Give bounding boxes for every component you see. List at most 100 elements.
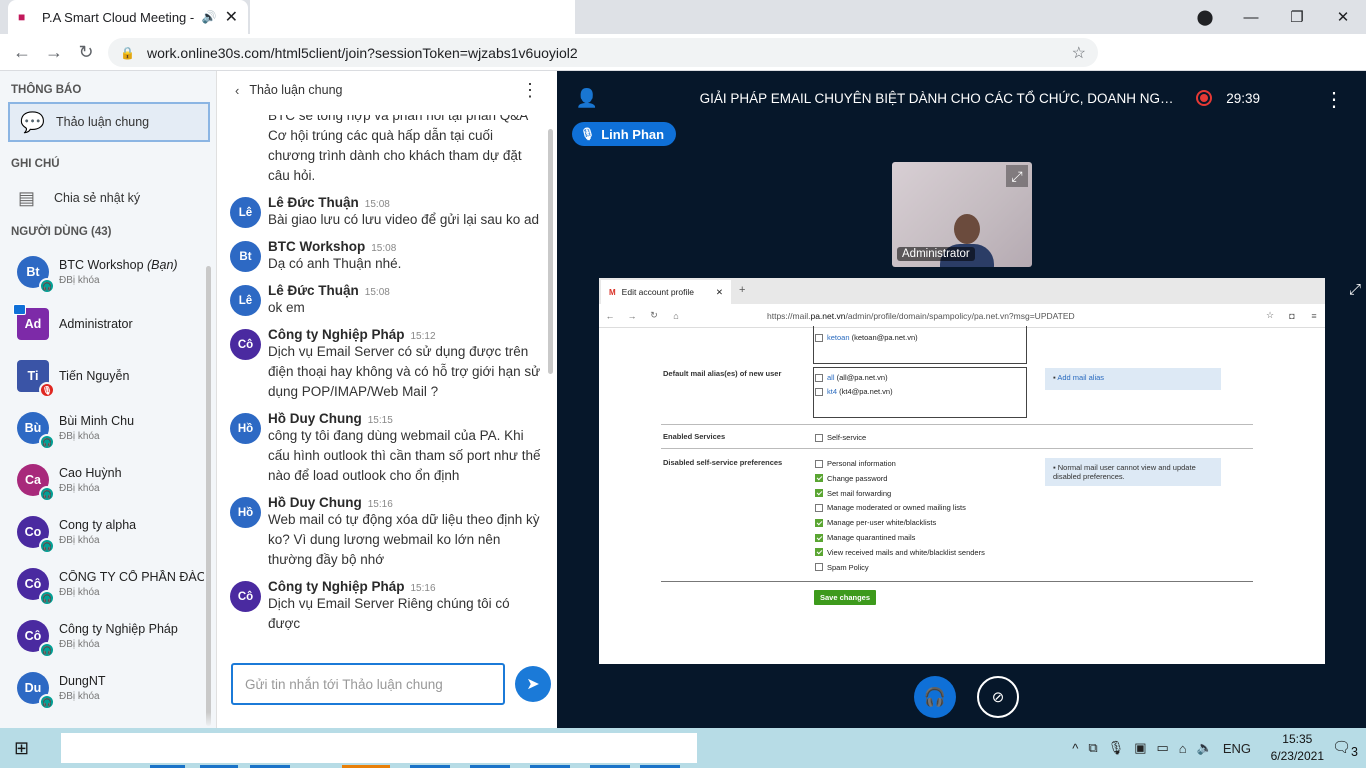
send-button[interactable]: ➤: [515, 666, 551, 702]
tray-mic-icon[interactable]: 🎙: [1108, 740, 1125, 756]
webcam-video[interactable]: ⤢ Administrator: [892, 162, 1032, 267]
more-options-icon[interactable]: ⋮: [1324, 87, 1344, 112]
headset-icon: 🎧: [39, 642, 55, 658]
message: Hồ Hồ Duy Chung 15:15 công ty tôi đang dùng…: [217, 411, 547, 486]
user-status: ĐBị khóa: [59, 483, 100, 494]
user-icon[interactable]: 👤: [557, 88, 617, 109]
tray-volume-icon[interactable]: 🔈: [1197, 740, 1213, 756]
presentation-stage: 👤 GIẢI PHÁP EMAIL CHUYÊN BIỆT DÀNH CHO C…: [557, 71, 1366, 728]
browser-tab[interactable]: ■ P.A Smart Cloud Meeting - G 🔊 ✕: [8, 0, 248, 34]
avatar: Bù 🎧: [17, 412, 55, 450]
screenshare-fullscreen-icon[interactable]: ⤢: [1349, 281, 1361, 298]
recording-icon[interactable]: [1196, 90, 1213, 106]
notes-icon: ▤: [18, 187, 36, 208]
lock-icon[interactable]: 🔒: [120, 46, 135, 60]
message: Cô Công ty Nghiệp Pháp 15:16 Dịch vụ Email …: [217, 579, 547, 634]
user-item[interactable]: Cô🎧 CÔNG TY CỔ PHẦN ĐÀO T… ĐBị khóa: [0, 558, 216, 610]
user-name: Administrator: [59, 317, 133, 331]
avatar: Cô 🎧: [17, 568, 55, 606]
enabled-services-label: Enabled Services: [663, 432, 726, 441]
alias-text: (kt4@pa.net.vn): [839, 387, 893, 396]
message-header: Hồ Duy Chung 15:16: [268, 495, 541, 510]
shared-url-domain: pa.net.vn: [810, 310, 846, 321]
taskbar-search[interactable]: [61, 733, 697, 763]
checkbox: [815, 333, 823, 342]
message-text: Bài giao lưu có lưu video để gửi lại sau…: [268, 212, 540, 227]
user-status: ĐBị khóa: [59, 691, 100, 702]
self-service-label: Self-service: [827, 433, 867, 442]
maximize-icon[interactable]: ❐: [1274, 8, 1320, 26]
avatar-initials: Du: [24, 681, 42, 695]
chat-message-input[interactable]: Gửi tin nhắn tới Thảo luận chung: [231, 663, 505, 705]
user-item[interactable]: Bù 🎧 Bùi Minh Chu ĐBị khóa: [0, 402, 216, 454]
user-item[interactable]: Co 🎧 Cong ty alpha ĐBị khóa: [0, 506, 216, 558]
user-name: Cao Huỳnh: [59, 466, 122, 480]
chat-options-icon[interactable]: ⋮: [521, 80, 539, 101]
address-bar[interactable]: 🔒 work.online30s.com/html5client/join?se…: [108, 38, 1098, 67]
windows-start-icon[interactable]: ⊞: [14, 738, 29, 759]
forward-icon[interactable]: →: [38, 42, 70, 63]
recording-timer: 29:39: [1226, 90, 1260, 106]
user-item[interactable]: Ca 🎧 Cao Huỳnh ĐBị khóa: [0, 454, 216, 506]
shared-notes-item[interactable]: ▤ Chia sẻ nhật ký: [0, 176, 216, 220]
reload-icon[interactable]: ↻: [70, 42, 102, 63]
audio-button[interactable]: 🎧: [914, 676, 956, 718]
chat-title[interactable]: Thảo luận chung: [249, 83, 521, 97]
shared-back-icon: ←: [605, 310, 615, 321]
checkbox: [815, 563, 823, 572]
chat-icon: 💬: [20, 111, 45, 134]
user-item[interactable]: Cô 🎧 Công ty Nghiệp Pháp ĐBị khóa: [0, 610, 216, 662]
chevron-left-icon[interactable]: ‹: [235, 83, 239, 98]
headset-icon: 🎧: [39, 694, 55, 710]
user-item[interactable]: Ti 🎙 Tiến Nguyễn: [0, 350, 216, 402]
shared-forward-icon: →: [627, 310, 637, 321]
taskbar-clock[interactable]: 15:35 6/23/2021: [1271, 731, 1324, 765]
headset-icon: 🎧: [39, 434, 55, 450]
checkbox: [815, 433, 823, 442]
tray-battery-icon[interactable]: ▭: [1156, 740, 1168, 756]
headset-icon: 🎧: [39, 278, 55, 294]
tab-audio-icon[interactable]: 🔊: [202, 10, 217, 24]
pref-label: Personal information: [827, 459, 896, 468]
disabled-prefs-label: Disabled self-service preferences: [663, 458, 783, 467]
headset-icon: 🎧: [39, 590, 55, 606]
user-item[interactable]: Ad Administrator: [0, 298, 216, 350]
back-icon[interactable]: ←: [6, 42, 38, 63]
user-status: ĐBị khóa: [59, 275, 100, 286]
shared-url-suffix: /admin/profile/domain/spampolicy/pa.net.…: [845, 310, 1075, 321]
pref-label: Manage quarantined mails: [827, 533, 916, 542]
avatar: Ca 🎧: [17, 464, 55, 502]
close-window-icon[interactable]: ✕: [1320, 8, 1366, 26]
message-text: Cơ hội trúng các quà hấp dẫn tại cuối ch…: [268, 128, 522, 183]
chat-scrollbar[interactable]: [548, 129, 553, 374]
browser-tab-bar: ■ P.A Smart Cloud Meeting - G 🔊 ✕ ⬤ — ❐ …: [0, 0, 1366, 34]
message-text: công ty tôi đang dùng webmail của PA. Kh…: [268, 428, 541, 483]
message-time: 15:08: [364, 287, 390, 298]
divider: [661, 448, 1253, 449]
user-item[interactable]: Bt 🎧 BTC Workshop (Bạn) ĐBị khóa: [0, 246, 216, 298]
notification-center-icon[interactable]: 🗨3: [1332, 738, 1358, 759]
user-list-scrollbar[interactable]: [206, 266, 211, 726]
profile-dropdown-icon[interactable]: ⬤: [1182, 8, 1228, 26]
minimize-icon[interactable]: —: [1228, 9, 1274, 26]
tab-close-icon[interactable]: ✕: [225, 7, 238, 27]
bookmark-star-icon[interactable]: ☆: [1072, 43, 1086, 63]
address-url[interactable]: work.online30s.com/html5client/join?sess…: [147, 45, 1072, 61]
tray-network-icon[interactable]: ⌂: [1179, 741, 1187, 756]
language-indicator[interactable]: ENG: [1223, 741, 1251, 756]
avatar: Bt 🎧: [17, 256, 55, 294]
tray-chevron-icon[interactable]: ^: [1072, 741, 1078, 756]
user-name: DungNT: [59, 674, 106, 688]
user-item[interactable]: Du 🎧 DungNT ĐBị khóa: [0, 662, 216, 714]
tray-camera-icon[interactable]: ⧉: [1088, 740, 1097, 756]
avatar-initials: Bù: [24, 421, 42, 435]
chat-header: ‹ Thảo luận chung ⋮: [217, 71, 557, 109]
tray-app-icon[interactable]: ▣: [1134, 740, 1146, 756]
browser-toolbar: ← → ↻ 🔒 work.online30s.com/html5client/j…: [0, 34, 1366, 71]
message-text: ok em: [268, 300, 305, 315]
public-chat-label: Thảo luận chung: [56, 115, 150, 129]
avatar: Lê: [230, 285, 261, 316]
fullscreen-icon[interactable]: ⤢: [1006, 165, 1028, 187]
camera-button[interactable]: ⊘: [977, 676, 1019, 718]
public-chat-item[interactable]: 💬 Thảo luận chung: [8, 102, 210, 142]
